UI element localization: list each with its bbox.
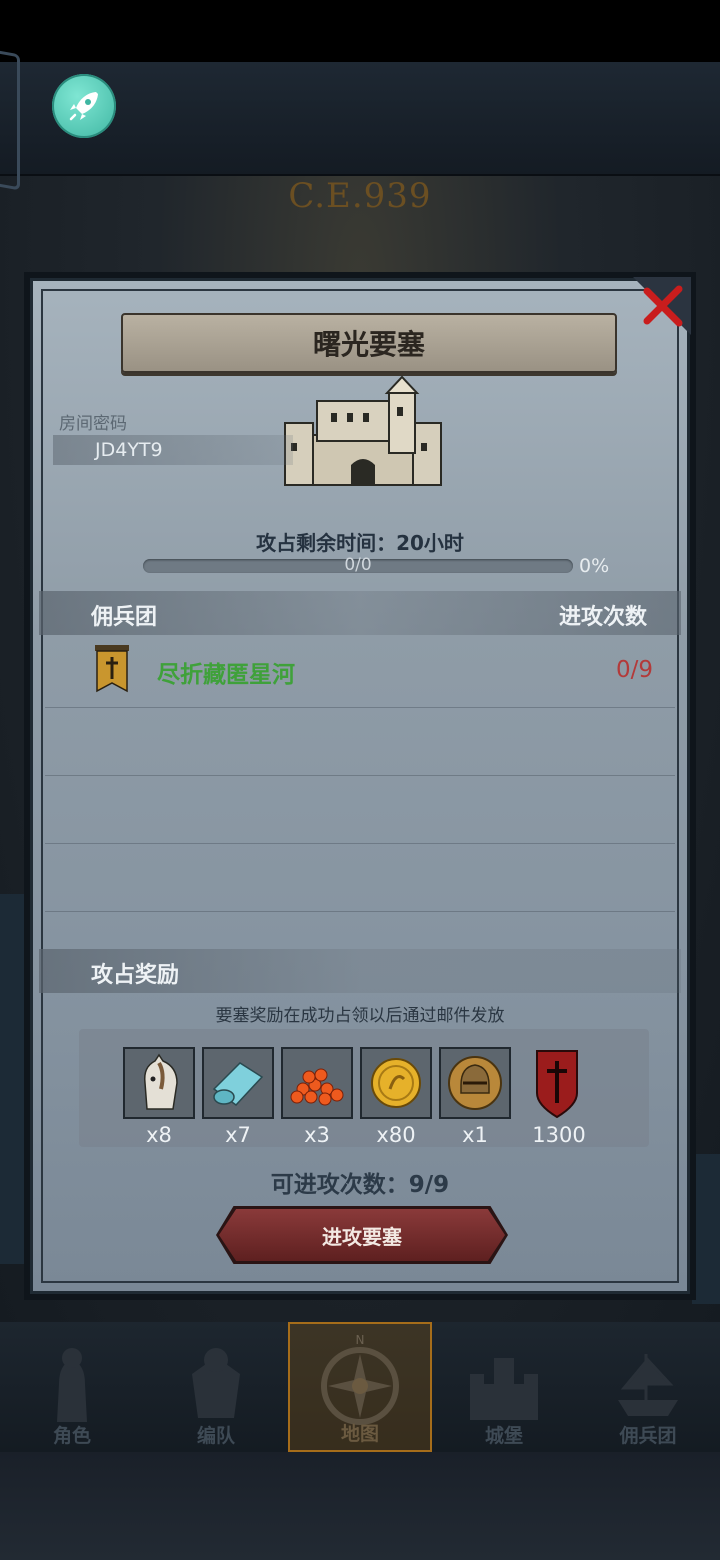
dialog-title: 曙光要塞	[312, 328, 425, 361]
close-icon	[633, 277, 691, 335]
reward-item[interactable]	[523, 1047, 595, 1119]
guild-banner-icon	[95, 645, 129, 693]
nav-item-mercenary[interactable]: 佣兵团	[576, 1322, 720, 1452]
capture-progress-percent: 0%	[579, 555, 610, 577]
bottom-bar	[0, 1452, 720, 1560]
reward-qty: x3	[304, 1123, 330, 1147]
armor-icon	[192, 1348, 240, 1418]
guild-banner-icon	[536, 1050, 578, 1119]
reward-qty: 1300	[532, 1123, 586, 1147]
reward-title: 攻占奖励	[91, 963, 180, 988]
reward-item[interactable]	[202, 1047, 274, 1119]
room-password-value: JD4YT9	[53, 435, 293, 465]
capture-timer: 攻占剩余时间：20小时	[256, 531, 464, 555]
reward-qty: x1	[462, 1123, 488, 1147]
status-bar	[0, 0, 720, 62]
reward-qty: x8	[146, 1123, 172, 1147]
reward-item[interactable]	[281, 1047, 353, 1119]
reward-item[interactable]	[123, 1047, 195, 1119]
attack-count: 0/9	[615, 657, 653, 683]
bottom-nav: 角色 编队 N 地图 城堡 佣兵团	[0, 1322, 720, 1452]
horse-icon	[125, 1049, 193, 1117]
table-row-empty	[45, 775, 675, 844]
fortress-dialog: 曙光要塞 房间密码 JD4YT9 攻占剩余时间：20小时 0/0 0% 佣兵团 …	[30, 277, 691, 1294]
nav-item-map[interactable]: N 地图	[288, 1322, 432, 1452]
side-decoration-left	[0, 894, 30, 1264]
nav-item-character[interactable]: 角色	[0, 1322, 144, 1452]
reward-qty: x7	[225, 1123, 251, 1147]
close-button[interactable]	[633, 277, 691, 335]
helmet-icon	[441, 1049, 509, 1117]
mercenary-name: 尽折藏匿星河	[157, 662, 295, 688]
dialog-title-banner: 曙光要塞	[121, 313, 617, 373]
rocket-button[interactable]	[52, 74, 116, 138]
column-header-attacks: 进攻次数	[558, 605, 647, 630]
reward-note: 要塞奖励在成功占领以后通过邮件发放	[215, 1006, 505, 1026]
reward-list: x8 x7 x3 x80 x1 1300	[79, 1029, 649, 1147]
nav-item-castle[interactable]: 城堡	[432, 1322, 576, 1452]
side-decoration-right	[692, 1154, 720, 1304]
reward-section-header: 攻占奖励	[39, 949, 681, 993]
compass-icon: N	[321, 1334, 399, 1425]
nav-label: 编队	[196, 1425, 235, 1447]
nav-label: 角色	[52, 1425, 91, 1447]
mercenary-table-header: 佣兵团 进攻次数	[39, 591, 681, 635]
remaining-attempts: 可进攻次数：9/9	[270, 1172, 450, 1198]
hex-frame-decoration	[0, 45, 20, 191]
table-row-empty	[45, 843, 675, 912]
knight-icon	[57, 1348, 87, 1422]
era-label: C.E.939	[288, 176, 432, 216]
cloth-icon	[204, 1049, 272, 1117]
capture-progress-value: 0/0	[344, 555, 372, 575]
room-password-label: 房间密码	[59, 414, 127, 434]
reward-qty: x80	[376, 1123, 416, 1147]
table-row-empty	[45, 707, 675, 776]
column-header-mercenary: 佣兵团	[91, 605, 158, 630]
ship-icon	[618, 1354, 678, 1416]
berries-icon	[283, 1049, 351, 1117]
reward-item[interactable]	[360, 1047, 432, 1119]
attack-fortress-button[interactable]: 进攻要塞	[219, 1209, 505, 1261]
castle-icon	[470, 1358, 538, 1420]
nav-item-formation[interactable]: 编队	[144, 1322, 288, 1452]
rocket-icon	[69, 92, 98, 121]
svg-text:N: N	[356, 1334, 365, 1347]
gold-coin-icon	[362, 1049, 430, 1117]
capture-progress-bar: 0/0	[143, 555, 573, 575]
table-row[interactable]: 尽折藏匿星河 0/9	[45, 639, 675, 708]
reward-item[interactable]	[439, 1047, 511, 1119]
attack-fortress-label: 进攻要塞	[322, 1224, 402, 1249]
castle-icon	[284, 375, 442, 486]
nav-label: 地图	[340, 1423, 379, 1445]
nav-label: 城堡	[484, 1425, 523, 1447]
nav-label: 佣兵团	[619, 1425, 677, 1447]
